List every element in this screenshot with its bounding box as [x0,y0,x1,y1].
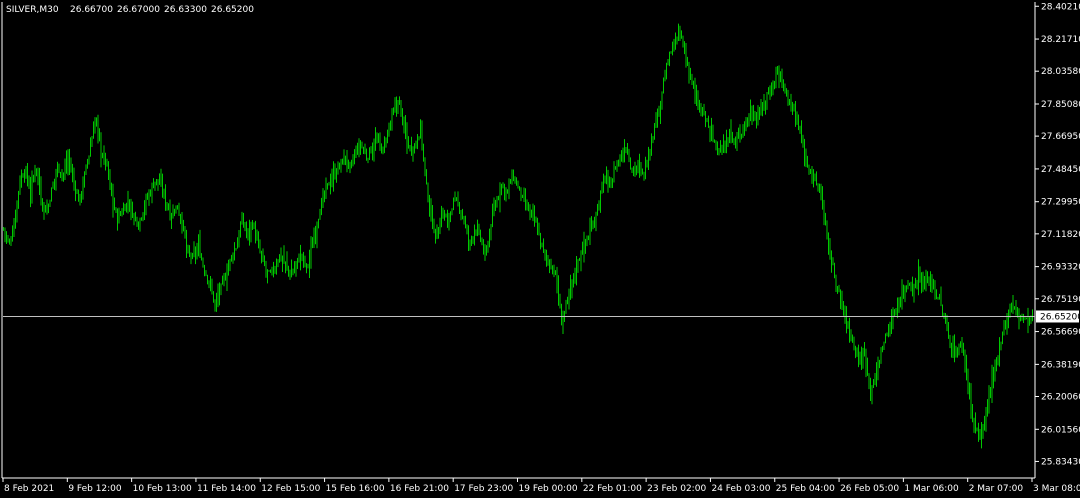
x-tick-label: 19 Feb 00:00 [519,484,578,494]
price-chart[interactable]: 28.40210 28.21710 28.03580 27.85080 27.66950… [0,0,1080,498]
y-tick-label: 27.48450 [1041,165,1080,175]
x-tick-label: 1 Mar 06:00 [904,484,959,494]
current-price-tag: 26.65200 [1036,310,1080,323]
x-tick-label: 26 Feb 05:00 [840,484,899,494]
x-tick-label: 22 Feb 01:00 [583,484,642,494]
y-tick-label: 27.66950 [1041,132,1080,142]
header-low: 26.63300 [164,5,207,15]
y-tick-label: 28.21710 [1041,35,1080,45]
x-tick-label: 11 Feb 14:00 [197,484,256,494]
x-tick-label: 9 Feb 12:00 [68,484,122,494]
y-tick-label: 26.93320 [1041,263,1080,273]
y-tick-label: 26.56690 [1041,328,1080,338]
x-tick-label: 8 Feb 2021 [4,484,54,494]
header-close: 26.65200 [211,5,254,15]
y-tick-label: 26.20060 [1041,393,1080,403]
y-tick-label: 26.01560 [1041,425,1080,435]
y-tick-label: 27.11820 [1041,230,1080,240]
y-tick-label: 27.85080 [1041,100,1080,110]
y-tick-label: 27.29950 [1041,198,1080,208]
y-tick-label: 28.40210 [1041,2,1080,12]
price-axis: 28.40210 28.21710 28.03580 27.85080 27.66950… [1035,2,1080,467]
x-tick-label: 3 Mar 08:00 [1033,484,1080,494]
x-tick-label: 15 Feb 16:00 [326,484,385,494]
x-tick-label: 25 Feb 04:00 [776,484,835,494]
header-high: 26.67000 [117,5,160,15]
x-tick-label: 24 Feb 03:00 [711,484,770,494]
current-price-label: 26.65200 [1040,312,1080,322]
y-tick-label: 26.38190 [1041,360,1080,370]
y-tick-label: 26.75190 [1041,295,1080,305]
x-tick-label: 12 Feb 15:00 [261,484,320,494]
y-tick-label: 25.83430 [1041,457,1080,467]
header-open: 26.66700 [70,5,113,15]
chart-header: SILVER,M30 26.66700 26.67000 26.63300 26… [6,5,254,15]
y-tick-label: 28.03580 [1041,67,1080,77]
x-tick-label: 23 Feb 02:00 [647,484,706,494]
header-symbol: SILVER,M30 [6,5,59,15]
x-tick-label: 16 Feb 21:00 [390,484,449,494]
x-tick-label: 17 Feb 23:00 [454,484,513,494]
x-tick-label: 10 Feb 13:00 [133,484,192,494]
x-tick-label: 2 Mar 07:00 [969,484,1024,494]
